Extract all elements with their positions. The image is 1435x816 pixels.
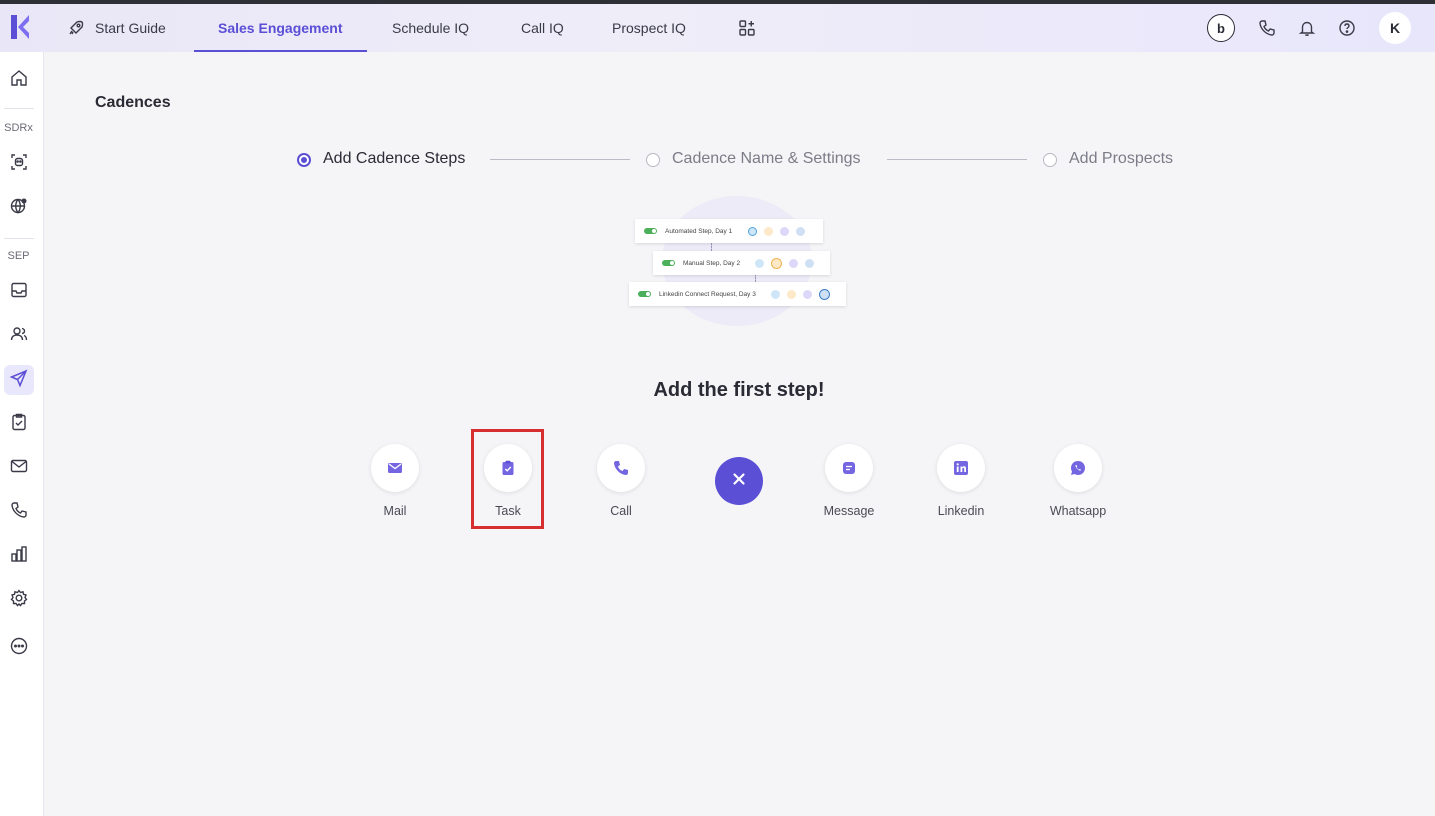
- more-horizontal-icon: [9, 636, 29, 661]
- toggle-icon: [644, 228, 657, 234]
- phone-icon: [786, 289, 796, 299]
- message-icon: [789, 258, 799, 268]
- channel-message-button[interactable]: Message: [809, 444, 889, 518]
- user-avatar[interactable]: K: [1379, 12, 1411, 44]
- step-indicator-inactive: [1043, 153, 1057, 167]
- brand-badge-icon[interactable]: b: [1207, 14, 1235, 42]
- tab-schedule-iq[interactable]: Schedule IQ: [392, 4, 469, 52]
- bar-chart-icon: [9, 544, 29, 569]
- channel-label: Mail: [383, 504, 407, 518]
- tab-label: Sales Engagement: [218, 20, 343, 36]
- message-icon: [780, 226, 790, 236]
- phone-icon: [764, 226, 774, 236]
- toggle-icon: [662, 260, 675, 266]
- inbox-icon: [9, 280, 29, 305]
- tab-start-guide[interactable]: Start Guide: [67, 4, 166, 52]
- channel-label: Whatsapp: [1049, 504, 1107, 518]
- illustration-step-label: Automated Step, Day 1: [665, 227, 733, 235]
- sidebar-item-calls[interactable]: [4, 497, 34, 527]
- message-icon: [802, 289, 812, 299]
- step-indicator-inactive: [646, 153, 660, 167]
- users-icon: [9, 324, 29, 349]
- sidebar-item-sdrx-globe[interactable]: [4, 193, 34, 223]
- globe-icon: [9, 196, 29, 221]
- apps-grid-icon[interactable]: [738, 4, 756, 52]
- step-connector: [490, 159, 630, 160]
- left-sidebar: SDRx SEP: [0, 52, 44, 816]
- tab-call-iq[interactable]: Call IQ: [521, 4, 564, 52]
- illustration-step-card: Manual Step, Day 2: [653, 251, 830, 275]
- mail-icon: [755, 258, 765, 268]
- channel-task-button[interactable]: Task: [468, 444, 548, 518]
- linkedin-icon: [805, 258, 815, 268]
- mail-icon: [770, 289, 780, 299]
- sidebar-divider: [4, 238, 34, 239]
- sidebar-item-prospects[interactable]: [4, 321, 34, 351]
- channel-linkedin-button[interactable]: Linkedin: [921, 444, 1001, 518]
- tab-label: Schedule IQ: [392, 20, 470, 36]
- toggle-icon: [638, 291, 651, 297]
- whatsapp-icon[interactable]: [1054, 444, 1102, 492]
- channel-label: Task: [495, 504, 521, 518]
- mail-icon: [9, 456, 29, 481]
- app-logo-icon[interactable]: [9, 13, 31, 41]
- phone-icon[interactable]: [597, 444, 645, 492]
- channel-call-button[interactable]: Call: [581, 444, 661, 518]
- add-first-step-heading: Add the first step!: [653, 379, 825, 401]
- bell-icon[interactable]: [1293, 14, 1321, 42]
- tab-label: Prospect IQ: [612, 20, 686, 36]
- illustration-step-label: Manual Step, Day 2: [683, 259, 741, 267]
- tab-sales-engagement[interactable]: Sales Engagement: [194, 4, 366, 52]
- rocket-icon: [67, 19, 85, 37]
- step-cadence-name-settings[interactable]: Cadence Name & Settings: [672, 150, 861, 168]
- sidebar-item-reports[interactable]: [4, 541, 34, 571]
- mail-icon[interactable]: [371, 444, 419, 492]
- channel-label: Message: [823, 504, 875, 518]
- page-title: Cadences: [95, 94, 171, 111]
- phone-icon[interactable]: [1253, 14, 1281, 42]
- sidebar-section-sep: SEP: [7, 250, 30, 262]
- sidebar-item-settings[interactable]: [4, 585, 34, 615]
- mail-icon: [748, 226, 758, 236]
- sidebar-item-more[interactable]: [4, 633, 34, 663]
- sidebar-item-email[interactable]: [4, 453, 34, 483]
- sidebar-section-sdrx: SDRx: [4, 122, 33, 134]
- clipboard-check-icon: [9, 412, 29, 437]
- illustration-step-card: Linkedin Connect Request, Day 3: [629, 282, 846, 306]
- step-add-prospects[interactable]: Add Prospects: [1069, 150, 1173, 168]
- sidebar-item-inbox[interactable]: [4, 277, 34, 307]
- tab-label: Start Guide: [95, 20, 166, 36]
- sidebar-item-sdrx-agent[interactable]: [4, 149, 34, 179]
- step-add-cadence-steps[interactable]: Add Cadence Steps: [323, 150, 465, 168]
- avatar-initial: K: [1389, 20, 1401, 36]
- close-add-step-button[interactable]: [715, 457, 763, 505]
- channel-mail-button[interactable]: Mail: [355, 444, 435, 518]
- illustration-step-card: Automated Step, Day 1: [635, 219, 823, 243]
- sidebar-item-home[interactable]: [4, 65, 34, 95]
- tab-prospect-iq[interactable]: Prospect IQ: [612, 4, 686, 52]
- step-connector: [887, 159, 1027, 160]
- channel-whatsapp-button[interactable]: Whatsapp: [1038, 444, 1118, 518]
- illustration-step-label: Linkedin Connect Request, Day 3: [659, 290, 756, 298]
- channel-label: Linkedin: [937, 504, 985, 518]
- home-icon: [9, 68, 29, 93]
- scan-face-icon: [9, 152, 29, 177]
- message-icon[interactable]: [825, 444, 873, 492]
- channel-label: Call: [610, 504, 632, 518]
- sidebar-divider: [4, 108, 34, 109]
- linkedin-icon: [796, 226, 806, 236]
- top-nav-bar: Start Guide Sales Engagement Schedule IQ…: [0, 4, 1435, 52]
- clipboard-check-icon[interactable]: [484, 444, 532, 492]
- linkedin-icon: [818, 288, 830, 300]
- gear-icon: [9, 588, 29, 613]
- step-indicator-active: [297, 153, 311, 167]
- help-icon[interactable]: [1333, 14, 1361, 42]
- linkedin-icon[interactable]: [937, 444, 985, 492]
- tab-label: Call IQ: [521, 20, 564, 36]
- sidebar-item-tasks[interactable]: [4, 409, 34, 439]
- brand-glyph: b: [1217, 20, 1225, 36]
- phone-icon: [9, 500, 29, 525]
- phone-icon: [771, 257, 783, 269]
- close-icon: [731, 471, 747, 492]
